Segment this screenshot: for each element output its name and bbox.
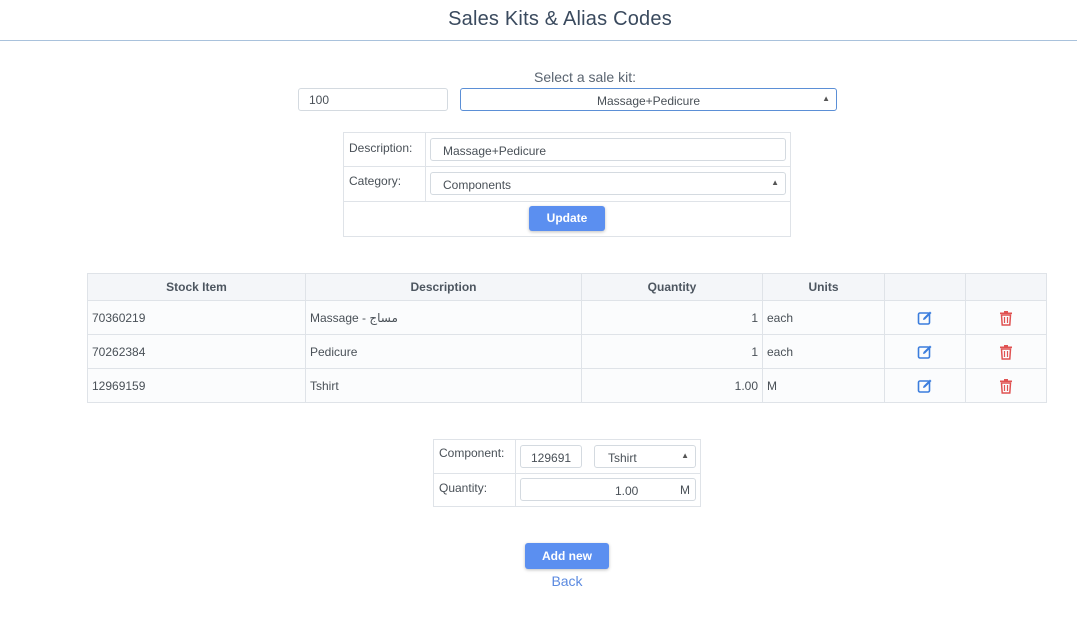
cell-units: each <box>762 300 885 335</box>
cell-stock-item: 12969159 <box>87 368 306 403</box>
component-dropdown-value: Tshirt <box>608 451 637 465</box>
trash-icon[interactable] <box>998 310 1014 326</box>
cell-units: M <box>762 368 885 403</box>
table-row: 70360219 Massage - مساج 1 each <box>87 300 1047 335</box>
table-row: 70262384 Pedicure 1 each <box>87 334 1047 369</box>
cell-quantity: 1 <box>581 300 763 335</box>
table-header-row: Stock Item Description Quantity Units <box>87 273 1047 301</box>
header-delete <box>965 273 1047 301</box>
edit-icon[interactable] <box>917 378 933 394</box>
cell-units: each <box>762 334 885 369</box>
header-description: Description <box>305 273 582 301</box>
component-dropdown[interactable]: Tshirt ▲ <box>594 445 696 468</box>
update-button[interactable]: Update <box>529 206 605 231</box>
category-dropdown[interactable]: Components ▲ <box>430 172 786 195</box>
kit-dropdown[interactable]: Massage+Pedicure ▲ <box>460 88 837 111</box>
back-link[interactable]: Back <box>520 573 614 589</box>
kit-select-label: Select a sale kit: <box>534 69 636 85</box>
category-label: Category: <box>349 174 402 188</box>
trash-icon[interactable] <box>998 378 1014 394</box>
form-divider <box>344 201 790 202</box>
title-divider <box>0 40 1077 41</box>
edit-icon[interactable] <box>917 310 933 326</box>
form-divider <box>344 166 790 167</box>
header-units: Units <box>762 273 885 301</box>
component-label: Component: <box>439 446 505 460</box>
header-edit <box>884 273 966 301</box>
component-code-input[interactable]: 129691 <box>520 445 582 468</box>
cell-quantity: 1 <box>581 334 763 369</box>
category-dropdown-value: Components <box>443 178 512 192</box>
kit-code-input[interactable]: 100 <box>298 88 448 111</box>
kit-dropdown-value: Massage+Pedicure <box>596 94 701 108</box>
header-quantity: Quantity <box>581 273 763 301</box>
form-divider <box>434 473 700 474</box>
kit-details-form: Description: Massage+Pedicure Category: … <box>343 132 791 237</box>
table-row: 12969159 Tshirt 1.00 M <box>87 368 1047 403</box>
quantity-value: 1.00 <box>615 484 639 498</box>
dropdown-caret-icon: ▲ <box>822 94 830 103</box>
components-table: Stock Item Description Quantity Units 70… <box>87 273 1047 403</box>
cell-description: Massage - مساج <box>305 300 582 335</box>
quantity-unit: M <box>680 483 690 497</box>
cell-description: Pedicure <box>305 334 582 369</box>
cell-quantity: 1.00 <box>581 368 763 403</box>
cell-stock-item: 70360219 <box>87 300 306 335</box>
description-input[interactable]: Massage+Pedicure <box>430 138 786 161</box>
cell-stock-item: 70262384 <box>87 334 306 369</box>
edit-icon[interactable] <box>917 344 933 360</box>
quantity-input[interactable]: 1.00 M <box>520 478 696 501</box>
dropdown-caret-icon: ▲ <box>771 178 779 187</box>
cell-description: Tshirt <box>305 368 582 403</box>
add-new-button[interactable]: Add new <box>525 543 609 569</box>
form-divider <box>425 133 426 201</box>
header-stock-item: Stock Item <box>87 273 306 301</box>
trash-icon[interactable] <box>998 344 1014 360</box>
description-label: Description: <box>349 141 413 155</box>
add-component-form: Component: 129691 Tshirt ▲ Quantity: 1.0… <box>433 439 701 507</box>
dropdown-caret-icon: ▲ <box>681 451 689 460</box>
quantity-label: Quantity: <box>439 481 488 495</box>
page-title: Sales Kits & Alias Codes <box>448 8 672 30</box>
